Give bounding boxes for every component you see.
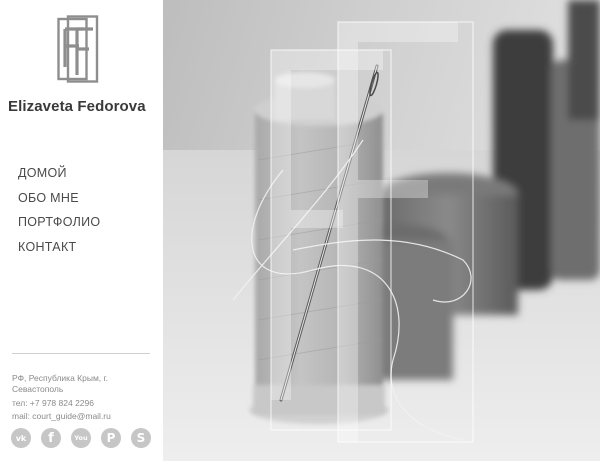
skype-glyph: S	[136, 431, 146, 445]
hero-image	[163, 0, 600, 461]
skype-icon[interactable]: S	[131, 428, 151, 448]
nav-item-home[interactable]: ДОМОЙ	[18, 166, 100, 191]
nav-item-about[interactable]: ОБО МНЕ	[18, 191, 100, 216]
sidebar: Elizaveta Fedorova ДОМОЙ ОБО МНЕ ПОРТФОЛ…	[0, 0, 163, 461]
pinterest-icon[interactable]: P	[101, 428, 121, 448]
youtube-icon[interactable]: You	[71, 428, 91, 448]
needle-and-thread-spools-photo-icon	[163, 0, 600, 461]
facebook-icon[interactable]: f	[41, 428, 61, 448]
main-nav: ДОМОЙ ОБО МНЕ ПОРТФОЛИО КОНТАКТ	[18, 166, 100, 264]
nav-item-portfolio[interactable]: ПОРТФОЛИО	[18, 215, 100, 240]
contact-info: РФ, Республика Крым, г. Севастополь тел:…	[12, 373, 152, 424]
vk-icon[interactable]: vk	[11, 428, 31, 448]
contact-address: РФ, Республика Крым, г. Севастополь	[12, 373, 108, 394]
pinterest-glyph: P	[106, 431, 116, 445]
contact-email[interactable]: mail: court_guide@mail.ru	[12, 411, 152, 422]
youtube-glyph: You	[74, 434, 88, 442]
ef-monogram-icon[interactable]	[57, 15, 99, 85]
facebook-glyph: f	[48, 430, 54, 446]
contact-phone: тел: +7 978 824 2296	[12, 398, 94, 408]
nav-item-contact[interactable]: КОНТАКТ	[18, 240, 100, 265]
vk-glyph: vk	[15, 433, 27, 443]
sidebar-divider	[12, 353, 150, 354]
site-name[interactable]: Elizaveta Fedorova	[8, 98, 158, 115]
